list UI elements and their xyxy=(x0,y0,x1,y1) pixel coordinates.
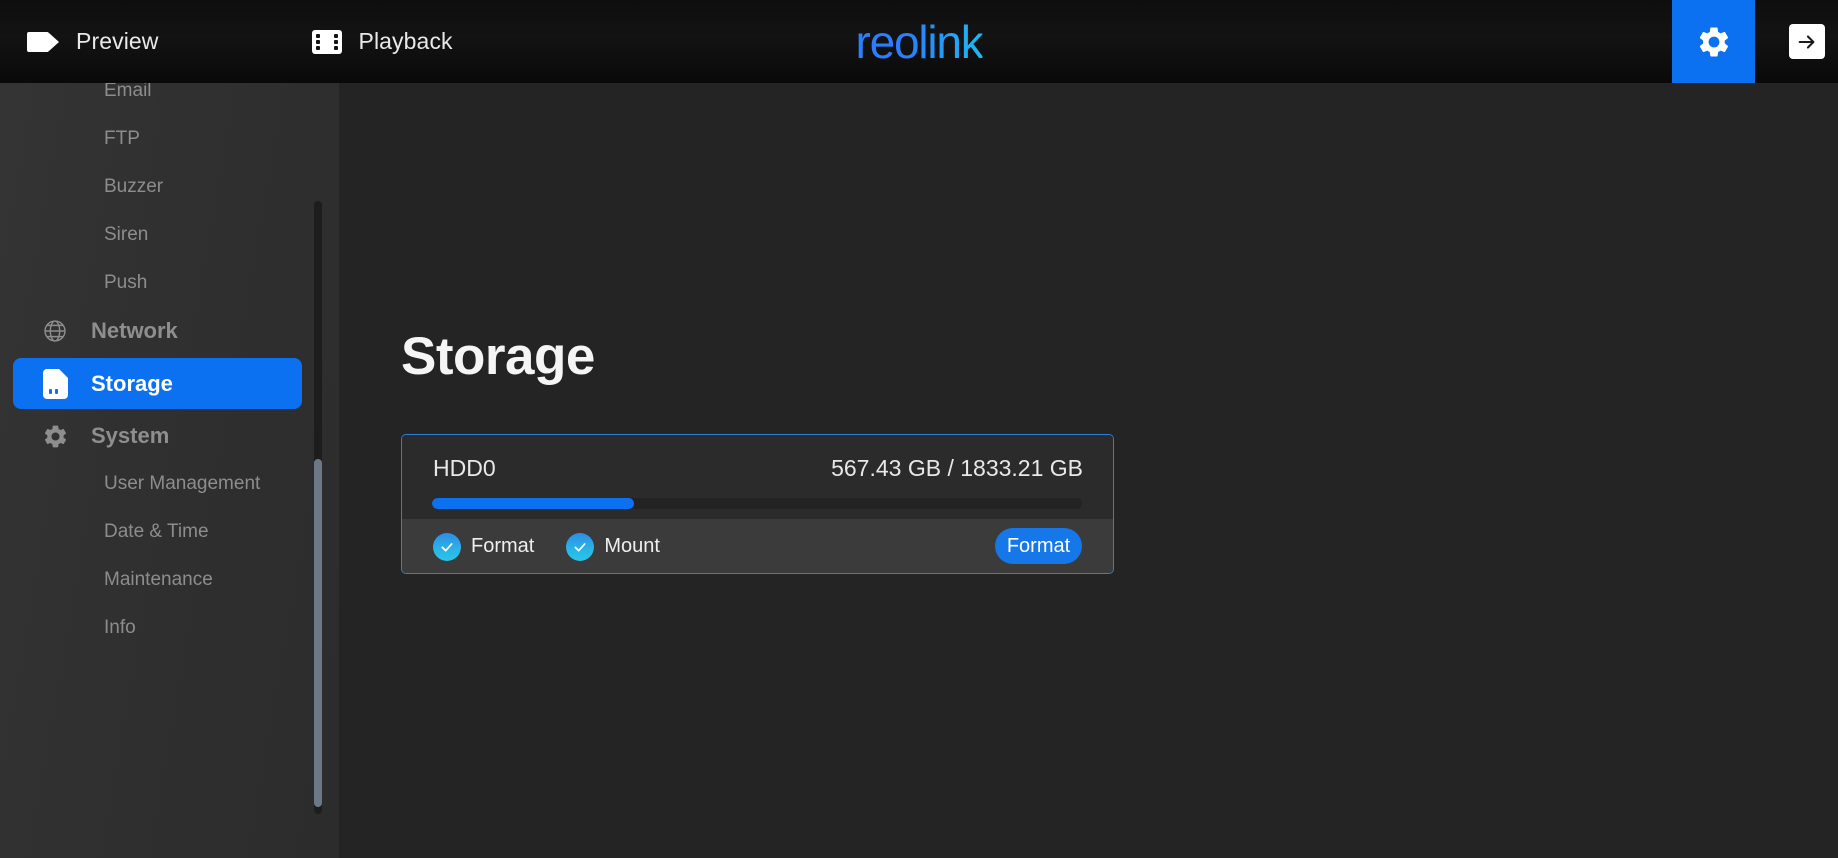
sidebar-scrollbar-thumb[interactable] xyxy=(314,459,322,807)
sidebar: Email FTP Buzzer Siren Push Network Stor… xyxy=(0,83,339,858)
hdd-capacity: 567.43 GB / 1833.21 GB xyxy=(831,455,1083,481)
gear-icon xyxy=(30,423,80,450)
sd-card-icon xyxy=(30,368,80,399)
film-strip-icon xyxy=(311,29,342,54)
sidebar-item-info-label: Info xyxy=(104,617,136,638)
sidebar-item-siren-label: Siren xyxy=(104,224,149,245)
nav-item-playback[interactable]: Playback xyxy=(311,0,453,83)
checkbox-format[interactable]: Format xyxy=(433,532,535,561)
hdd-card-footer: Format Mount Format xyxy=(402,519,1113,573)
sidebar-item-network[interactable]: Network xyxy=(0,307,339,355)
sidebar-item-ftp-label: FTP xyxy=(104,128,140,149)
hdd-card: HDD0 567.43 GB / 1833.21 GB Format Mount… xyxy=(401,434,1114,574)
nav-item-playback-label: Playback xyxy=(358,28,453,54)
app-root: Preview Playback reolink Email FTP Buzze… xyxy=(0,0,1838,858)
sidebar-item-push-label: Push xyxy=(104,272,148,293)
nav-item-preview[interactable]: Preview xyxy=(27,0,159,83)
sidebar-item-storage[interactable]: Storage xyxy=(13,358,302,409)
sidebar-item-user-management-label: User Management xyxy=(104,473,261,494)
hdd-name: HDD0 xyxy=(433,455,496,481)
sidebar-item-date-time-label: Date & Time xyxy=(104,521,209,542)
gear-icon xyxy=(1699,27,1728,56)
sidebar-item-email[interactable]: Email xyxy=(0,83,339,115)
camera-icon xyxy=(27,31,59,53)
sidebar-scrollbar[interactable] xyxy=(314,201,322,814)
logout-button[interactable] xyxy=(1789,24,1825,59)
check-icon xyxy=(433,532,461,561)
sidebar-item-system-label: System xyxy=(91,423,170,448)
arrow-right-icon xyxy=(1798,34,1815,49)
checkbox-format-label: Format xyxy=(471,535,535,557)
sidebar-item-user-management[interactable]: User Management xyxy=(0,460,339,508)
globe-icon xyxy=(30,318,80,344)
hdd-usage-progress-fill xyxy=(432,498,634,509)
sidebar-item-maintenance-label: Maintenance xyxy=(104,569,213,590)
sidebar-item-info[interactable]: Info xyxy=(0,604,339,652)
sidebar-item-date-time[interactable]: Date & Time xyxy=(0,508,339,556)
sidebar-item-buzzer[interactable]: Buzzer xyxy=(0,163,339,211)
sidebar-item-siren[interactable]: Siren xyxy=(0,211,339,259)
sidebar-item-maintenance[interactable]: Maintenance xyxy=(0,556,339,604)
sidebar-item-network-label: Network xyxy=(91,318,178,343)
sidebar-item-system[interactable]: System xyxy=(0,412,339,460)
sidebar-item-email-label: Email xyxy=(104,83,152,101)
reolink-logo: reolink xyxy=(855,15,983,68)
check-icon xyxy=(566,532,595,561)
checkbox-mount[interactable]: Mount xyxy=(566,532,660,561)
sidebar-item-push[interactable]: Push xyxy=(0,259,339,307)
nav-item-preview-label: Preview xyxy=(76,28,159,54)
hdd-usage-progress-bar xyxy=(432,498,1082,509)
sidebar-item-storage-label: Storage xyxy=(91,370,173,396)
top-bar: Preview Playback reolink xyxy=(0,0,1838,83)
checkbox-mount-label: Mount xyxy=(604,535,660,557)
sidebar-scroll-content: Email FTP Buzzer Siren Push Network Stor… xyxy=(0,83,339,652)
sidebar-item-ftp[interactable]: FTP xyxy=(0,115,339,163)
page-title: Storage xyxy=(401,327,595,386)
settings-button[interactable] xyxy=(1672,0,1755,83)
format-button[interactable]: Format xyxy=(995,528,1082,564)
sidebar-item-buzzer-label: Buzzer xyxy=(104,176,164,197)
hdd-card-header: HDD0 567.43 GB / 1833.21 GB xyxy=(402,435,1113,519)
main-content: Storage HDD0 567.43 GB / 1833.21 GB Form… xyxy=(339,83,1838,858)
